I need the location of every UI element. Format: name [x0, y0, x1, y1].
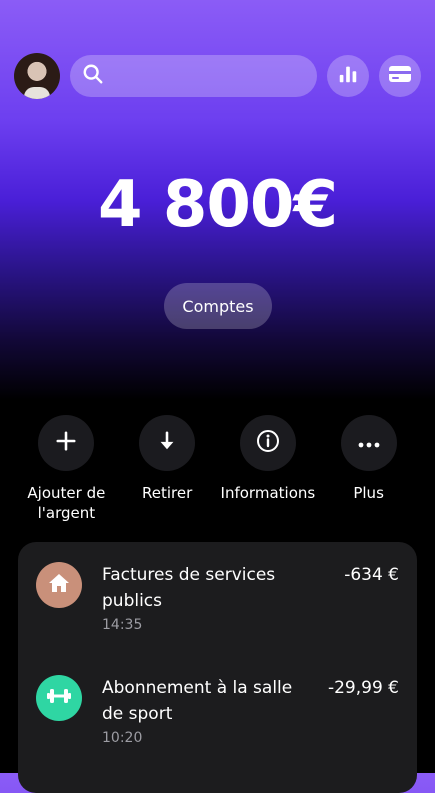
list-item[interactable]: Abonnement à la salle de sport 10:20 -29…: [18, 655, 417, 768]
arrow-down-icon: [156, 430, 178, 456]
withdraw-label: Retirer: [141, 484, 193, 502]
transaction-time: 10:20: [102, 730, 143, 746]
top-bar: [14, 52, 421, 100]
transaction-title: Abonnement à la salle de sport: [102, 678, 293, 724]
bar-chart-icon: [337, 63, 359, 89]
info-label: Informations: [220, 484, 316, 502]
transaction-title: Factures de services publics: [102, 565, 276, 611]
info-action[interactable]: Informations: [219, 415, 317, 523]
balance-amount: 4 800€: [98, 168, 338, 242]
info-icon: [256, 429, 280, 457]
add-money-action[interactable]: Ajouter de l'argent: [17, 415, 115, 523]
withdraw-action[interactable]: Retirer: [118, 415, 216, 523]
quick-actions: Ajouter de l'argent Retirer Informations…: [0, 415, 435, 523]
transaction-icon-wrap: [36, 562, 82, 608]
more-action[interactable]: Plus: [320, 415, 418, 523]
info-button[interactable]: [239, 415, 296, 471]
dumbbell-icon: [46, 687, 72, 709]
avatar[interactable]: [14, 53, 60, 99]
home-icon: [47, 571, 71, 599]
transaction-icon-wrap: [36, 675, 82, 721]
accounts-button[interactable]: Comptes: [164, 283, 272, 329]
more-label: Plus: [353, 484, 384, 502]
transaction-time: 14:35: [102, 617, 143, 633]
transaction-amount: -29,99 €: [327, 678, 399, 698]
search-icon: [82, 63, 104, 89]
transaction-info: Factures de services publics 14:35: [102, 562, 332, 655]
more-button[interactable]: [340, 415, 397, 471]
add-money-label: Ajouter de l'argent: [27, 484, 106, 522]
add-money-button[interactable]: [38, 415, 95, 471]
withdraw-button[interactable]: [139, 415, 196, 471]
transaction-info: Abonnement à la salle de sport 10:20: [102, 675, 316, 768]
more-icon: [357, 434, 381, 453]
stats-button[interactable]: [327, 55, 369, 97]
credit-card-icon: [388, 64, 412, 88]
transaction-amount: -634 €: [344, 565, 399, 585]
search-input[interactable]: [70, 55, 317, 97]
card-button[interactable]: [379, 55, 421, 97]
list-item[interactable]: Factures de services publics 14:35 -634 …: [18, 542, 417, 655]
transactions-card: Factures de services publics 14:35 -634 …: [18, 542, 417, 793]
plus-icon: [55, 430, 77, 456]
